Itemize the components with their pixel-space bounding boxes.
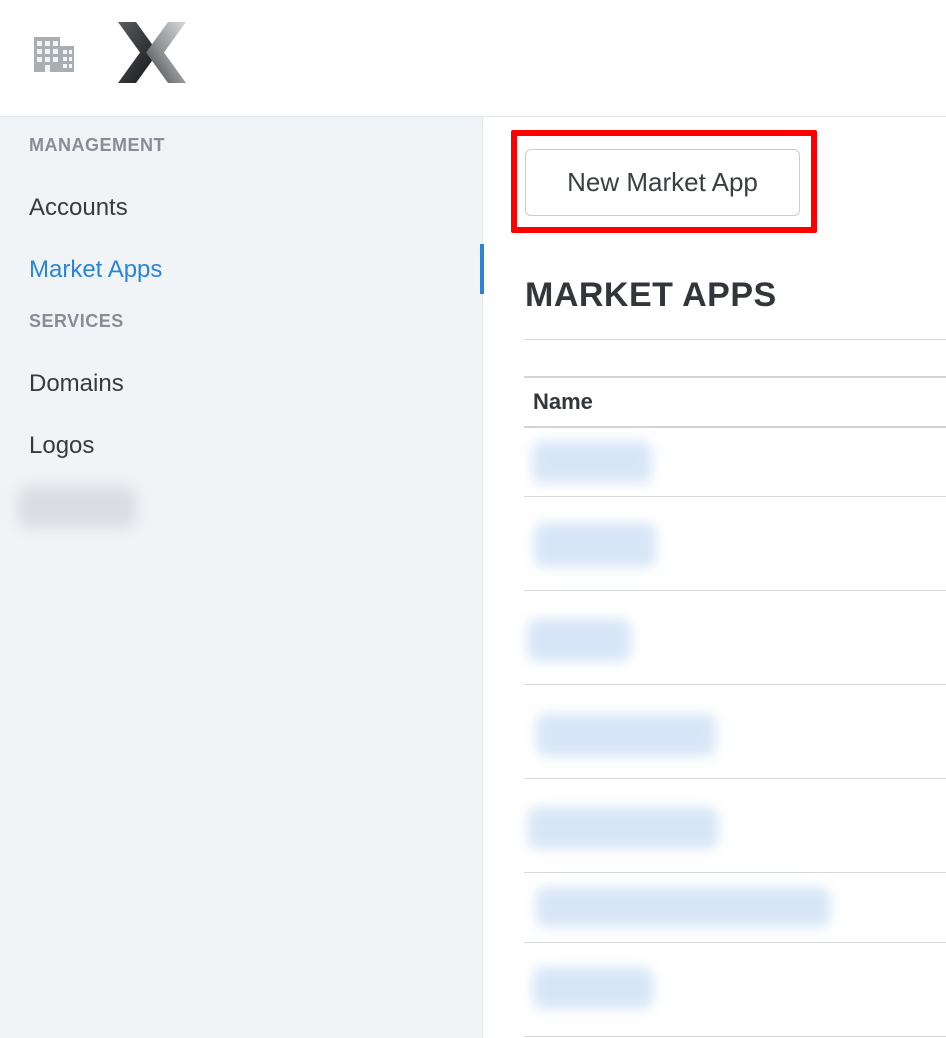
table-row-divider (524, 590, 946, 591)
sidebar-item-domains[interactable]: Domains (29, 370, 124, 398)
table-row-divider (524, 684, 946, 685)
table-row-divider (524, 778, 946, 779)
top-header (0, 0, 946, 117)
section-heading-management: MANAGEMENT (29, 135, 165, 155)
building-icon[interactable] (34, 37, 74, 72)
new-market-app-button[interactable]: New Market App (525, 149, 800, 216)
column-header-name[interactable]: Name (533, 389, 593, 415)
table-row-app-link[interactable] (536, 887, 830, 927)
sidebar-item-redacted[interactable] (18, 486, 136, 528)
table-row-app-link[interactable] (527, 619, 631, 661)
page-title: MARKET APPS (525, 276, 777, 314)
table-row-divider (524, 1036, 946, 1037)
title-divider (524, 339, 946, 340)
table-row-app-link[interactable] (534, 523, 656, 567)
table-row-app-link[interactable] (528, 807, 718, 849)
active-nav-indicator (480, 244, 484, 294)
table-row-divider (524, 942, 946, 943)
x-brand-logo[interactable] (118, 22, 186, 83)
table-row-divider (524, 496, 946, 497)
section-heading-services: SERVICES (29, 311, 124, 331)
table-row-divider (524, 872, 946, 873)
sidebar-item-logos[interactable]: Logos (29, 432, 94, 460)
sidebar-item-market-apps[interactable]: Market Apps (29, 256, 162, 284)
table-row-app-link[interactable] (533, 967, 653, 1009)
sidebar: MANAGEMENT Accounts Market Apps SERVICES… (0, 117, 483, 1038)
table-header-border (524, 426, 946, 428)
sidebar-item-accounts[interactable]: Accounts (29, 194, 128, 222)
table-row-app-link[interactable] (536, 714, 716, 756)
table-row-app-link[interactable] (532, 441, 652, 483)
table-top-border (524, 376, 946, 378)
